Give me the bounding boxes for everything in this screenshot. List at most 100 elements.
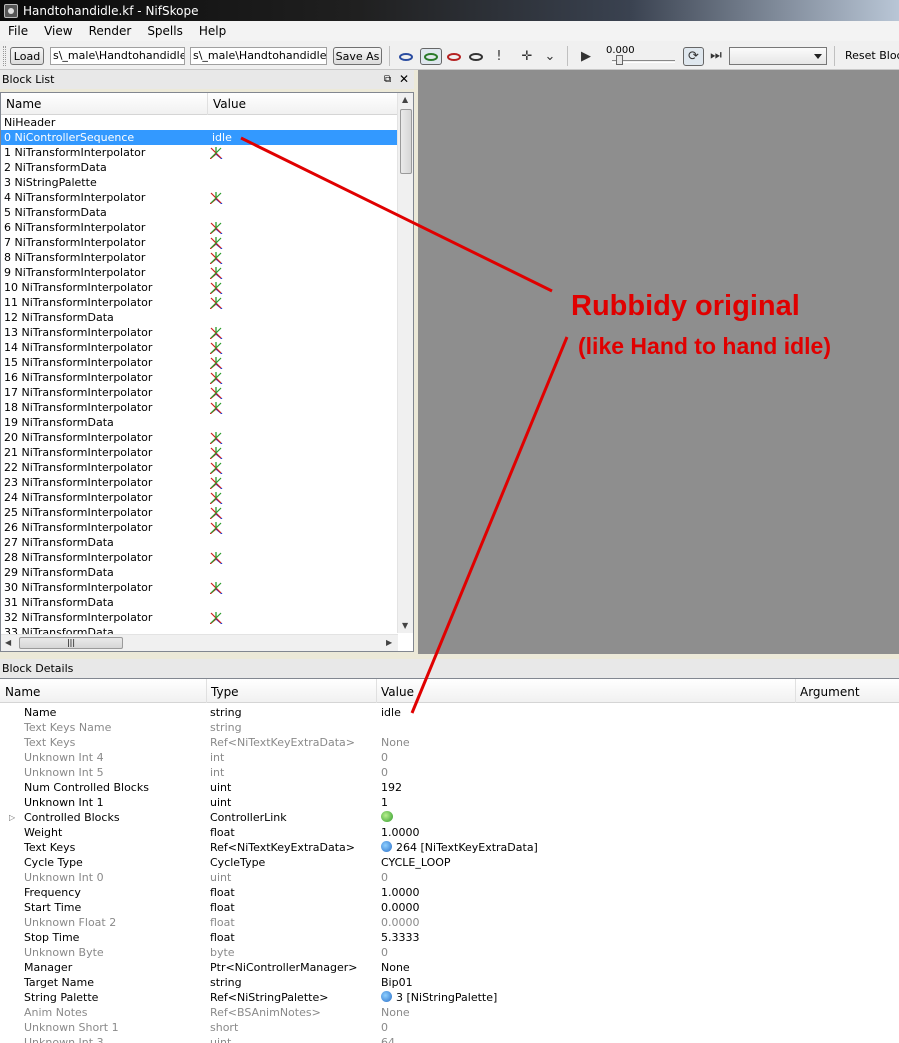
detail-row[interactable]: Unknown Int 1 uint 1 xyxy=(0,795,899,810)
block-list-row[interactable]: 3 NiStringPalette xyxy=(1,175,398,190)
switch-anim-icon[interactable]: ⏭ xyxy=(707,47,725,64)
detail-row[interactable]: Cycle Type CycleType CYCLE_LOOP xyxy=(0,855,899,870)
block-list-row[interactable]: 24 NiTransformInterpolator xyxy=(1,490,398,505)
detail-row[interactable]: Unknown Int 0 uint 0 xyxy=(0,870,899,885)
field-value[interactable] xyxy=(381,810,393,825)
vertical-scrollbar[interactable]: ▲ ▼ xyxy=(397,93,413,633)
detail-row[interactable]: Weight float 1.0000 xyxy=(0,825,899,840)
close-icon[interactable]: ✕ xyxy=(399,70,409,89)
view-eye-green-icon[interactable] xyxy=(420,48,442,65)
load-path-field[interactable]: s\_male\Handtohandidle.kf xyxy=(50,47,185,65)
detail-row[interactable]: Unknown Int 4 int 0 xyxy=(0,750,899,765)
detail-row[interactable]: Anim Notes Ref<BSAnimNotes> None xyxy=(0,1005,899,1020)
detail-row[interactable]: Text Keys Ref<NiTextKeyExtraData> 264 [NiT… xyxy=(0,840,899,855)
time-slider-thumb[interactable] xyxy=(616,55,623,65)
axes-icon[interactable]: ✛ xyxy=(518,48,536,65)
field-value[interactable]: None xyxy=(381,735,410,750)
field-value[interactable]: None xyxy=(381,1005,410,1020)
field-value[interactable]: 0 xyxy=(381,870,388,885)
col-name-header[interactable]: Name xyxy=(5,685,40,699)
block-list-row[interactable]: 21 NiTransformInterpolator xyxy=(1,445,398,460)
view-eye-red-icon[interactable] xyxy=(445,48,463,65)
field-value[interactable]: 5.3333 xyxy=(381,930,420,945)
field-value[interactable]: 0.0000 xyxy=(381,915,420,930)
field-value[interactable]: 264 [NiTextKeyExtraData] xyxy=(381,840,538,855)
field-value[interactable]: idle xyxy=(381,705,401,720)
column-divider[interactable] xyxy=(795,679,796,703)
detail-row[interactable]: Unknown Int 5 int 0 xyxy=(0,765,899,780)
block-list-row[interactable]: 2 NiTransformData xyxy=(1,160,398,175)
detail-row[interactable]: Stop Time float 5.3333 xyxy=(0,930,899,945)
play-icon[interactable]: ▶ xyxy=(577,48,595,65)
reset-block-button[interactable]: Reset Block xyxy=(845,49,899,62)
block-list-row[interactable]: 29 NiTransformData xyxy=(1,565,398,580)
expand-arrow-icon[interactable]: ▷ xyxy=(9,810,15,825)
block-list-row[interactable]: 17 NiTransformInterpolator xyxy=(1,385,398,400)
loop-icon[interactable]: ⟳ xyxy=(683,47,704,66)
detail-row[interactable]: Unknown Int 3 uint 64 xyxy=(0,1035,899,1043)
detail-row[interactable]: Start Time float 0.0000 xyxy=(0,900,899,915)
block-list-row[interactable]: 26 NiTransformInterpolator xyxy=(1,520,398,535)
toolbar-grip[interactable] xyxy=(3,46,6,66)
detail-row[interactable]: ▷ Controlled Blocks ControllerLink xyxy=(0,810,899,825)
detail-row[interactable]: Manager Ptr<NiControllerManager> None xyxy=(0,960,899,975)
block-list-row[interactable]: 10 NiTransformInterpolator xyxy=(1,280,398,295)
block-list-row[interactable]: 12 NiTransformData xyxy=(1,310,398,325)
detail-row[interactable]: Unknown Byte byte 0 xyxy=(0,945,899,960)
field-value[interactable]: None xyxy=(381,960,410,975)
view-eye-icon[interactable] xyxy=(467,48,485,65)
detail-row[interactable]: Frequency float 1.0000 xyxy=(0,885,899,900)
save-path-field[interactable]: s\_male\Handtohandidle.kf xyxy=(190,47,327,65)
field-value[interactable]: 1 xyxy=(381,795,388,810)
column-divider[interactable] xyxy=(376,679,377,703)
field-value[interactable]: 0 xyxy=(381,1020,388,1035)
view-eye-blue-icon[interactable] xyxy=(397,48,415,65)
block-list-row[interactable]: 18 NiTransformInterpolator xyxy=(1,400,398,415)
link-icon[interactable] xyxy=(381,991,392,1002)
block-list-row[interactable]: 8 NiTransformInterpolator xyxy=(1,250,398,265)
field-value[interactable]: 192 xyxy=(381,780,402,795)
detail-row[interactable]: Target Name string Bip01 xyxy=(0,975,899,990)
block-list-row[interactable]: 31 NiTransformData xyxy=(1,595,398,610)
animation-select[interactable] xyxy=(729,47,827,65)
scroll-right-icon[interactable]: ▶ xyxy=(386,638,392,647)
refresh-array-icon[interactable] xyxy=(381,811,393,822)
menu-file[interactable]: File xyxy=(0,24,36,38)
block-list-row[interactable]: 6 NiTransformInterpolator xyxy=(1,220,398,235)
scroll-down-icon[interactable]: ▼ xyxy=(402,621,408,630)
block-list-row[interactable]: 28 NiTransformInterpolator xyxy=(1,550,398,565)
block-list-row[interactable]: 20 NiTransformInterpolator xyxy=(1,430,398,445)
detail-row[interactable]: Num Controlled Blocks uint 192 xyxy=(0,780,899,795)
block-list-row[interactable]: 19 NiTransformData xyxy=(1,415,398,430)
h-scrollbar-thumb[interactable]: ||| xyxy=(19,637,123,649)
horizontal-scrollbar[interactable]: ◀ ||| ▶ xyxy=(1,634,398,651)
field-value[interactable]: 1.0000 xyxy=(381,825,420,840)
block-list-row[interactable]: 23 NiTransformInterpolator xyxy=(1,475,398,490)
render-viewport[interactable] xyxy=(418,70,899,654)
detail-row[interactable]: Text Keys Ref<NiTextKeyExtraData> None xyxy=(0,735,899,750)
block-list-row[interactable]: 7 NiTransformInterpolator xyxy=(1,235,398,250)
col-value-header[interactable]: Value xyxy=(213,97,246,111)
float-icon[interactable]: ⧉ xyxy=(384,70,391,89)
col-name-header[interactable]: Name xyxy=(6,97,41,111)
block-list-row[interactable]: 27 NiTransformData xyxy=(1,535,398,550)
column-divider[interactable] xyxy=(207,93,208,115)
link-icon[interactable] xyxy=(381,841,392,852)
block-list-row[interactable]: 13 NiTransformInterpolator xyxy=(1,325,398,340)
view-dropdown-icon[interactable]: ⌄ xyxy=(541,48,559,65)
menu-render[interactable]: Render xyxy=(81,24,140,38)
col-type-header[interactable]: Type xyxy=(211,685,239,699)
field-value[interactable]: 0.0000 xyxy=(381,900,420,915)
menu-spells[interactable]: Spells xyxy=(139,24,191,38)
field-value[interactable]: CYCLE_LOOP xyxy=(381,855,451,870)
field-value[interactable]: Bip01 xyxy=(381,975,413,990)
block-list-row[interactable]: 15 NiTransformInterpolator xyxy=(1,355,398,370)
block-list-row[interactable]: 25 NiTransformInterpolator xyxy=(1,505,398,520)
scroll-left-icon[interactable]: ◀ xyxy=(5,638,11,647)
field-value[interactable]: 64 xyxy=(381,1035,395,1043)
block-list-row[interactable]: 22 NiTransformInterpolator xyxy=(1,460,398,475)
block-list-row[interactable]: 1 NiTransformInterpolator xyxy=(1,145,398,160)
block-list-row[interactable]: 5 NiTransformData xyxy=(1,205,398,220)
detail-row[interactable]: Unknown Float 2 float 0.0000 xyxy=(0,915,899,930)
block-list-row[interactable]: 30 NiTransformInterpolator xyxy=(1,580,398,595)
